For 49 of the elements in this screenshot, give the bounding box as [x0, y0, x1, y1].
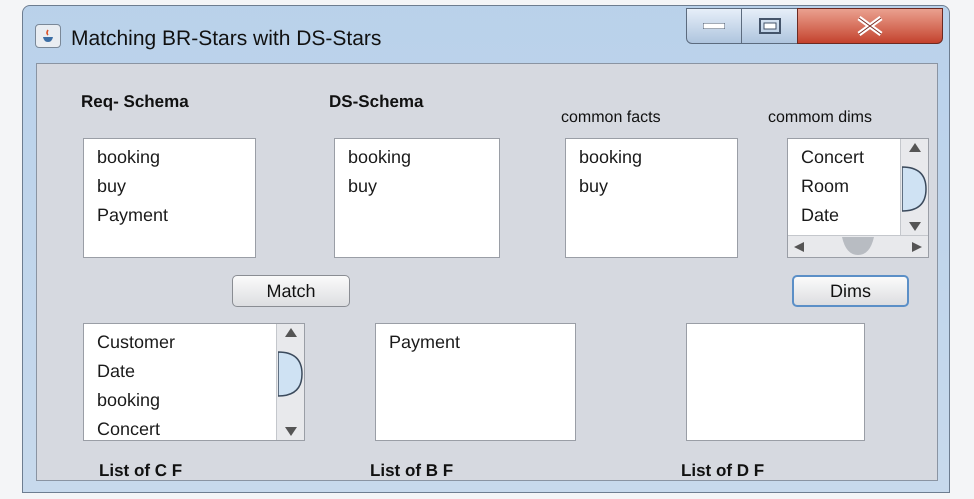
close-icon: [856, 16, 884, 36]
app-icon: [35, 24, 61, 48]
list-item[interactable]: Room: [801, 172, 850, 201]
list-item[interactable]: Concert: [97, 415, 160, 440]
list-box[interactable]: booking buy: [565, 138, 738, 258]
list-heading: common facts: [561, 108, 661, 128]
list-box[interactable]: [686, 323, 865, 441]
list-item[interactable]: Concert: [801, 143, 864, 172]
list-caption: List of D F: [681, 460, 764, 482]
right-arrow-icon[interactable]: [912, 242, 922, 252]
maximize-button[interactable]: [742, 8, 797, 44]
window-title: Matching BR-Stars with DS-Stars: [71, 26, 382, 52]
up-arrow-icon[interactable]: [284, 328, 296, 337]
list-box[interactable]: booking buy: [334, 138, 500, 258]
down-arrow-icon[interactable]: [908, 222, 920, 231]
action-button[interactable]: Dims: [792, 275, 909, 307]
down-arrow-icon[interactable]: [284, 427, 296, 436]
minimize-button[interactable]: [686, 8, 742, 44]
scroll-thumb[interactable]: [840, 236, 876, 256]
list-item[interactable]: Date: [97, 357, 136, 386]
list-item[interactable]: Payment: [97, 201, 168, 230]
vertical-scrollbar[interactable]: [276, 324, 304, 440]
list-item[interactable]: booking: [348, 143, 412, 172]
list-caption: List of B F: [370, 460, 454, 482]
list-item[interactable]: Payment: [389, 328, 460, 357]
list-heading: DS-Schema: [329, 91, 424, 113]
list-item[interactable]: buy: [97, 172, 126, 201]
list-item[interactable]: booking: [97, 386, 160, 415]
horizontal-scrollbar[interactable]: [788, 235, 928, 257]
list-item[interactable]: Date: [801, 201, 840, 230]
list-box[interactable]: Concert Room Date: [787, 138, 929, 258]
list-box[interactable]: Payment: [375, 323, 576, 441]
list-item[interactable]: booking: [97, 143, 160, 172]
list-item[interactable]: booking: [579, 143, 642, 172]
list-item[interactable]: buy: [579, 172, 608, 201]
list-box[interactable]: Customer Date booking Concert: [83, 323, 305, 441]
list-box[interactable]: booking buy Payment: [83, 138, 256, 258]
list-item[interactable]: buy: [348, 172, 378, 201]
vertical-scrollbar[interactable]: [900, 139, 928, 235]
list-caption: List of C F: [99, 460, 182, 482]
minimize-icon: [703, 23, 725, 29]
list-heading: Req- Schema: [81, 91, 189, 113]
list-item[interactable]: Customer: [97, 328, 176, 357]
list-heading: commom dims: [768, 108, 872, 128]
maximize-icon: [758, 18, 780, 34]
action-button[interactable]: Match: [232, 275, 350, 307]
left-arrow-icon[interactable]: [794, 242, 804, 252]
close-button[interactable]: [797, 8, 943, 44]
up-arrow-icon[interactable]: [908, 143, 920, 152]
